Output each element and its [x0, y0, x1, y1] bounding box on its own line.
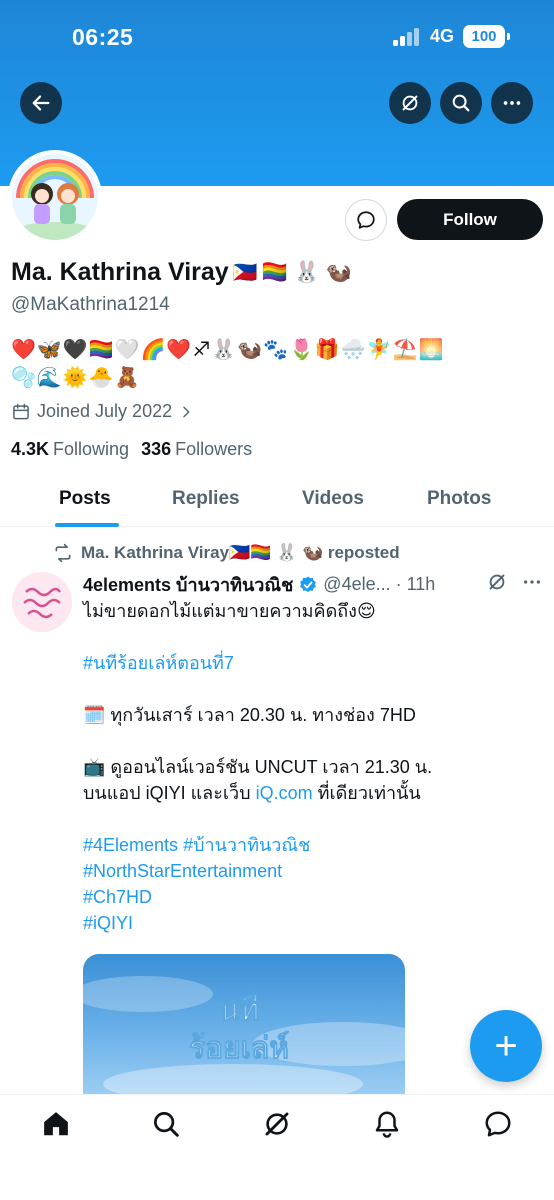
calendar-icon	[13, 403, 29, 419]
repost-indicator[interactable]: Ma. Kathrina Viray🇵🇭🏳️‍🌈 🐰 🦦 reposted	[53, 543, 400, 563]
nav-home[interactable]	[41, 1109, 71, 1139]
tab-photos[interactable]: Photos	[427, 488, 491, 510]
tab-replies[interactable]: Replies	[172, 488, 240, 510]
post-media-art: นที ร้อยเล่ห์	[83, 976, 405, 1094]
post-grok-button[interactable]	[483, 568, 511, 596]
chevron-right-icon	[183, 406, 190, 417]
status-bar: 06:25 4G 100	[0, 0, 554, 78]
post-line-3b-post: ที่เดียวเท่านั้น	[312, 783, 421, 803]
post-media-title-1: นที	[219, 993, 259, 1028]
verified-badge-icon	[300, 576, 317, 592]
bio-line-2: 🫧🌊🌞🐣🧸	[11, 367, 141, 389]
profile-tabs: Posts Replies Videos Photos	[0, 474, 554, 527]
more-horizontal-icon	[523, 580, 541, 584]
signal-icon	[393, 28, 423, 46]
post-text: ไม่ขายดอกไม้แต่มาขายความคิดถึง😌 #นทีร้อย…	[83, 598, 533, 936]
display-name-emojis: 🏳️‍🌈 🐰 🦦	[261, 260, 352, 284]
post-time[interactable]: · 11h	[396, 574, 436, 595]
profile-handle: @MaKathrina1214	[11, 294, 170, 315]
nav-messages[interactable]	[483, 1109, 513, 1139]
active-tab-indicator	[55, 523, 119, 527]
more-button[interactable]	[491, 82, 533, 124]
follow-stats: 4.3K Following 336 Followers	[11, 439, 252, 460]
grok-icon	[265, 1112, 289, 1136]
bottom-navigation	[0, 1094, 554, 1200]
post-hashtag-baan[interactable]: #บ้านวาทินวณิช	[183, 835, 310, 855]
followers-label: Followers	[175, 439, 253, 459]
nav-search[interactable]	[151, 1109, 181, 1139]
post-header: 4elements บ้านวาทินวณิช @4ele... · 11h	[83, 570, 435, 599]
post-media-title-2: ร้อยเล่ห์	[189, 1031, 289, 1066]
post-more-button[interactable]	[518, 568, 546, 596]
post-author-avatar[interactable]	[12, 572, 72, 632]
more-horizontal-icon	[503, 101, 521, 105]
message-bubble-icon	[357, 211, 375, 229]
repost-text: Ma. Kathrina Viray🇵🇭🏳️‍🌈 🐰 🦦 reposted	[81, 543, 400, 562]
post-author-handle[interactable]: @4ele...	[323, 574, 390, 595]
search-button[interactable]	[440, 82, 482, 124]
arrow-left-icon	[32, 95, 50, 111]
nav-grok[interactable]	[262, 1109, 292, 1139]
joined-text: Joined July 2022	[37, 401, 173, 421]
post-line-3b-pre: บนแอป iQIYI และเว็บ	[83, 783, 256, 803]
following-label: Following	[53, 439, 130, 459]
bio-line-1: ❤️🦋🖤🏳️‍🌈🤍🌈❤️♐🐰🦦🐾🌷🎁🌨️🧚⛱️🌅	[11, 339, 445, 361]
post-hashtag-iqiyi[interactable]: #iQIYI	[83, 913, 133, 933]
display-name-text: Ma. Kathrina Viray	[11, 258, 229, 286]
tab-videos[interactable]: Videos	[302, 488, 364, 510]
followers-count: 336	[141, 439, 172, 459]
post-hashtag-northstar[interactable]: #NorthStarEntertainment	[83, 861, 282, 881]
post-line-1: ไม่ขายดอกไม้แต่มาขายความคิดถึง😌	[83, 601, 376, 621]
grok-icon	[402, 95, 418, 111]
home-icon	[44, 1112, 68, 1136]
post-line-3a: 📺 ดูออนไลน์เวอร์ชัน UNCUT เวลา 21.30 น.	[83, 757, 433, 777]
message-bubble-icon	[485, 1111, 511, 1137]
status-time: 06:25	[72, 24, 134, 50]
search-icon	[452, 94, 470, 112]
plus-icon: +	[494, 1023, 518, 1068]
post-hashtag-4elements[interactable]: #4Elements	[83, 835, 178, 855]
repost-icon	[55, 543, 71, 563]
profile-avatar[interactable]	[8, 150, 102, 244]
post-hashtag-1[interactable]: #นทีร้อยเล่ห์ตอนที่7	[83, 653, 234, 673]
follow-button[interactable]: Follow	[397, 199, 543, 240]
avatar-image	[12, 154, 98, 240]
post-author-name[interactable]: 4elements บ้านวาทินวณิช	[83, 570, 293, 599]
bell-icon	[375, 1111, 399, 1138]
tab-posts[interactable]: Posts	[59, 488, 111, 510]
followers-stat[interactable]: 336 Followers	[141, 439, 252, 460]
post-link[interactable]: iQ.com	[256, 783, 313, 803]
following-count: 4.3K	[11, 439, 50, 459]
back-button[interactable]	[20, 82, 62, 124]
post-line-2: 🗓️ ทุกวันเสาร์ เวลา 20.30 น. ทางช่อง 7HD	[83, 705, 416, 725]
post-media-image[interactable]: นที ร้อยเล่ห์	[83, 954, 405, 1094]
display-name-flag: 🇵🇭	[232, 262, 258, 284]
post-hashtag-ch7hd[interactable]: #Ch7HD	[83, 887, 152, 907]
profile-bio: ❤️🦋🖤🏳️‍🌈🤍🌈❤️♐🐰🦦🐾🌷🎁🌨️🧚⛱️🌅 🫧🌊🌞🐣🧸	[11, 336, 541, 392]
grok-button[interactable]	[389, 82, 431, 124]
post-avatar-image	[12, 572, 72, 632]
compose-post-button[interactable]: +	[470, 1010, 542, 1082]
grok-icon	[489, 574, 505, 590]
following-stat[interactable]: 4.3K Following	[11, 439, 129, 460]
battery-icon: 100	[463, 25, 510, 48]
network-type: 4G	[430, 26, 455, 46]
joined-date[interactable]: Joined July 2022	[11, 401, 194, 422]
search-icon	[154, 1112, 179, 1137]
display-name: Ma. Kathrina Viray 🇵🇭 🏳️‍🌈 🐰 🦦	[11, 258, 352, 287]
nav-notifications[interactable]	[372, 1109, 402, 1139]
message-button[interactable]	[345, 199, 387, 241]
